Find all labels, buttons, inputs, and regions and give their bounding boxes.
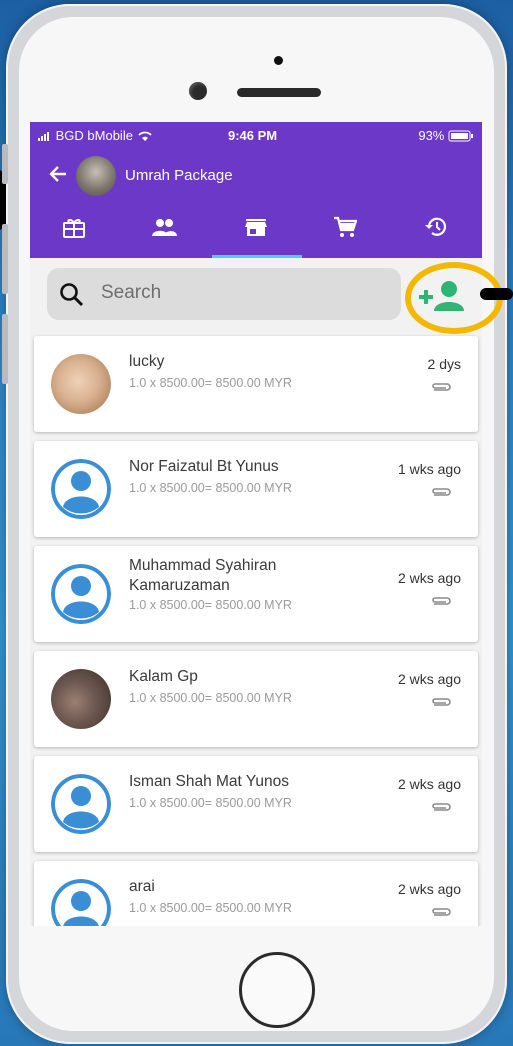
relative-time: 2 wks ago [397,881,461,897]
battery-indicator: 93% [418,128,474,143]
cart-icon [334,216,357,237]
search-bar [47,268,401,320]
tab-store[interactable] [221,210,291,258]
battery-icon [448,130,473,142]
relative-time: 1 wks ago [397,461,461,477]
package-avatar [76,156,116,196]
home-button[interactable] [239,952,315,1028]
tab-people[interactable] [129,210,199,258]
status-bar: BGD bMobile 9:46 PM 93% [30,126,482,146]
volume-down-button [2,314,8,384]
signal-icon [38,132,49,141]
customer-name: arai [129,878,155,895]
tab-bar [30,210,482,258]
header: Umrah Package [30,156,482,196]
sensor-dot [274,56,283,65]
battery-percent: 93% [418,128,445,143]
default-user-icon [51,774,111,834]
carrier-name: BGD bMobile [55,128,133,143]
people-icon [152,219,177,236]
default-user-icon [51,564,111,624]
customer-name: lucky [129,353,165,370]
selected-tab-indicator [212,255,302,258]
customer-name: Isman Shah Mat Yunos [129,773,289,790]
relative-time: 2 wks ago [397,776,461,792]
customer-name: Nor Faizatul Bt Yunus [129,458,279,475]
relative-time: 2 wks ago [397,570,461,586]
annotation-pointer [480,288,513,300]
default-user-icon [51,879,111,926]
customer-name: Muhammad Syahiran Kamaruzaman [129,557,277,594]
attachment-icon[interactable] [430,800,452,818]
back-arrow-icon[interactable] [48,164,68,190]
customer-card[interactable]: Muhammad Syahiran Kamaruzaman 1.0 x 8500.… [34,546,478,642]
customer-card[interactable]: Isman Shah Mat Yunos 1.0 x 8500.00= 8500.… [34,756,478,852]
tab-history[interactable] [401,210,471,258]
volume-up-button [2,224,8,294]
customer-avatar-photo [51,669,111,729]
silent-switch [2,144,8,184]
history-icon [425,217,447,236]
tab-cart[interactable] [310,210,380,258]
attachment-icon[interactable] [430,485,452,503]
customer-avatar-photo [51,354,111,414]
customer-list: lucky 1.0 x 8500.00= 8500.00 MYR 2 dys Nor … [34,336,478,926]
search-input[interactable] [99,276,393,310]
customer-card[interactable]: arai 1.0 x 8500.00= 8500.00 MYR 2 wks ago [34,861,478,926]
front-camera [189,82,207,100]
order-detail: 1.0 x 8500.00= 8500.00 MYR [129,901,292,915]
customer-card[interactable]: Nor Faizatul Bt Yunus 1.0 x 8500.00= 8500… [34,441,478,537]
attachment-icon[interactable] [430,695,452,713]
earpiece-speaker [237,88,321,97]
attachment-icon[interactable] [430,905,452,923]
attachment-icon[interactable] [430,380,452,398]
attachment-icon[interactable] [430,594,452,612]
gift-icon [63,218,85,238]
order-detail: 1.0 x 8500.00= 8500.00 MYR [129,376,292,390]
app-screen: BGD bMobile 9:46 PM 93% Umrah Package Se… [30,122,482,926]
order-detail: 1.0 x 8500.00= 8500.00 MYR [129,481,292,495]
order-detail: 1.0 x 8500.00= 8500.00 MYR [129,598,292,612]
order-detail: 1.0 x 8500.00= 8500.00 MYR [129,796,292,810]
store-icon [245,219,267,236]
relative-time: 2 dys [427,356,461,372]
customer-name: Kalam Gp [129,668,198,685]
tab-gift[interactable] [39,210,109,258]
clock: 9:46 PM [228,128,278,143]
app-bar: BGD bMobile 9:46 PM 93% Umrah Package [30,122,482,258]
order-detail: 1.0 x 8500.00= 8500.00 MYR [129,691,292,705]
customer-card[interactable]: Kalam Gp 1.0 x 8500.00= 8500.00 MYR 2 wks … [34,651,478,747]
page-title: Umrah Package [125,167,233,184]
customer-card[interactable]: lucky 1.0 x 8500.00= 8500.00 MYR 2 dys [34,336,478,432]
default-user-icon [51,459,111,519]
carrier-label: BGD bMobile [38,128,153,143]
wifi-icon [137,131,152,141]
search-icon [60,283,84,307]
relative-time: 2 wks ago [397,671,461,687]
